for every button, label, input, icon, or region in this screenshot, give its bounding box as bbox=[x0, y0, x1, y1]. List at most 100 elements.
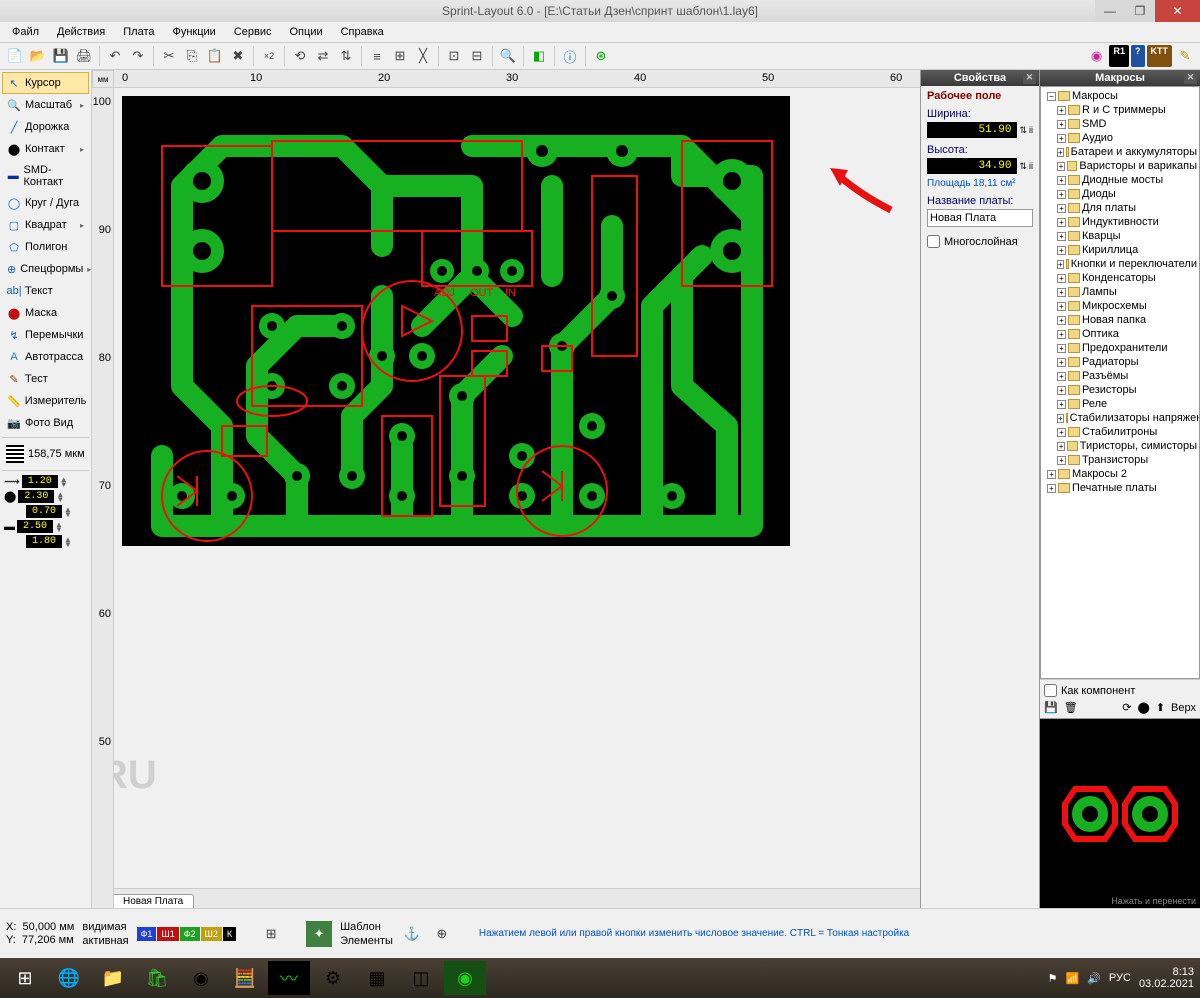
delete-icon[interactable]: ✖ bbox=[227, 45, 249, 67]
tool-маска[interactable]: ⬤Маска bbox=[2, 302, 89, 324]
ungroup-icon[interactable]: ⊟ bbox=[466, 45, 488, 67]
macro-folder[interactable]: + Новая папка bbox=[1043, 313, 1197, 327]
remove-conn-icon[interactable]: ╳ bbox=[412, 45, 434, 67]
tool-круг-дуга[interactable]: ◯Круг / Дуга bbox=[2, 192, 89, 214]
macro-folder[interactable]: + Лампы bbox=[1043, 285, 1197, 299]
app1-icon[interactable]: ⚙ bbox=[312, 961, 354, 995]
macro-folder[interactable]: + Конденсаторы bbox=[1043, 271, 1197, 285]
anchor-icon[interactable]: ⚓ bbox=[401, 923, 423, 945]
sprint-icon[interactable]: ◉ bbox=[444, 961, 486, 995]
start-button[interactable]: ⊞ bbox=[4, 961, 46, 995]
smd-w-param[interactable]: ▬2.50▲▼ bbox=[2, 519, 89, 534]
menu-service[interactable]: Сервис bbox=[226, 24, 280, 40]
tray-volume-icon[interactable]: 🔊 bbox=[1087, 972, 1101, 985]
macro-folder[interactable]: + Стабилитроны bbox=[1043, 425, 1197, 439]
macro-record-icon[interactable]: ⬤ bbox=[1138, 701, 1150, 714]
macro-folder[interactable]: + Стабилизаторы напряжения bbox=[1043, 411, 1197, 425]
menu-actions[interactable]: Действия bbox=[49, 24, 113, 40]
redo-icon[interactable]: ↷ bbox=[127, 45, 149, 67]
print-icon[interactable]: 🖨 bbox=[73, 45, 95, 67]
tool-масштаб[interactable]: 🔍Масштаб▸ bbox=[2, 94, 89, 116]
macros-tree[interactable]: − Макросы+ R и C триммеры+ SMD+ Аудио+ Б… bbox=[1040, 86, 1200, 679]
macro-refresh-icon[interactable]: ⟳ bbox=[1122, 701, 1131, 714]
copy-icon[interactable]: ⎘ bbox=[181, 45, 203, 67]
tool-тест[interactable]: ✎Тест bbox=[2, 368, 89, 390]
layer-Ф1[interactable]: Ф1 bbox=[137, 927, 157, 941]
tool-текст[interactable]: ab|Текст bbox=[2, 280, 89, 302]
layer-К[interactable]: К bbox=[223, 927, 236, 941]
template-label[interactable]: Шаблон bbox=[340, 921, 393, 933]
track-width-param[interactable]: ⟿1.20▲▼ bbox=[2, 474, 89, 489]
macro-folder[interactable]: + Макросы 2 bbox=[1043, 467, 1197, 481]
macro-save-icon[interactable]: 💾 bbox=[1044, 701, 1058, 714]
macro-delete-icon[interactable]: 🗑 bbox=[1064, 701, 1078, 714]
info-icon[interactable]: ⓘ bbox=[559, 45, 581, 67]
layer-toggle-icon[interactable]: ⊞ bbox=[260, 923, 282, 945]
macro-folder[interactable]: + Печатные платы bbox=[1043, 481, 1197, 495]
tray-clock[interactable]: 8:13 03.02.2021 bbox=[1139, 966, 1194, 990]
tool-фото-вид[interactable]: 📷Фото Вид bbox=[2, 412, 89, 434]
tool-квадрат[interactable]: ▢Квадрат▸ bbox=[2, 214, 89, 236]
macro-folder[interactable]: + Варисторы и варикапы bbox=[1043, 159, 1197, 173]
menu-options[interactable]: Опции bbox=[282, 24, 331, 40]
menu-help[interactable]: Справка bbox=[333, 24, 392, 40]
macro-folder[interactable]: + SMD bbox=[1043, 117, 1197, 131]
store-icon[interactable]: 🛍 bbox=[136, 961, 178, 995]
align-icon[interactable]: ≡ bbox=[366, 45, 388, 67]
tool-автотрасса[interactable]: AАвтотрасса bbox=[2, 346, 89, 368]
snap-icon[interactable]: ⊞ bbox=[389, 45, 411, 67]
pcb-board[interactable]: ADJ OUT IN bbox=[122, 96, 790, 546]
layer-Ш1[interactable]: Ш1 bbox=[157, 927, 178, 941]
macro-folder[interactable]: + Кварцы bbox=[1043, 229, 1197, 243]
multilayer-checkbox[interactable]: Многослойная bbox=[927, 235, 1033, 248]
macro-folder[interactable]: + Аудио bbox=[1043, 131, 1197, 145]
tray-lang[interactable]: РУС bbox=[1109, 972, 1131, 984]
crosshair-icon[interactable]: ⊕ bbox=[431, 923, 453, 945]
macro-folder[interactable]: + Радиаторы bbox=[1043, 355, 1197, 369]
tray-flag-icon[interactable]: ⚑ bbox=[1048, 972, 1058, 985]
layer-Ш2[interactable]: Ш2 bbox=[201, 927, 222, 941]
tool-измеритель[interactable]: 📏Измеритель bbox=[2, 390, 89, 412]
macro-folder[interactable]: + Транзисторы bbox=[1043, 453, 1197, 467]
calc-icon[interactable]: 🧮 bbox=[224, 961, 266, 995]
cut-icon[interactable]: ✂ bbox=[158, 45, 180, 67]
height-input[interactable]: 34.90⇅ii bbox=[927, 158, 1033, 174]
macro-folder[interactable]: + Для платы bbox=[1043, 201, 1197, 215]
mirror-h-icon[interactable]: ⇄ bbox=[312, 45, 334, 67]
properties-close-icon[interactable]: ✕ bbox=[1023, 71, 1036, 84]
tool-smd-контакт[interactable]: ▬SMD-Контакт bbox=[2, 160, 89, 192]
save-icon[interactable]: 💾 bbox=[50, 45, 72, 67]
tool-спецформы[interactable]: ⊕Спецформы▸ bbox=[2, 258, 89, 280]
close-button[interactable]: ✕ bbox=[1155, 0, 1200, 22]
ie-icon[interactable]: 🌐 bbox=[48, 961, 90, 995]
as-component-checkbox[interactable]: Как компонент bbox=[1044, 684, 1196, 697]
elements-label[interactable]: Элементы bbox=[340, 935, 393, 947]
macro-folder[interactable]: + Предохранители bbox=[1043, 341, 1197, 355]
tray-network-icon[interactable]: 📶 bbox=[1066, 972, 1080, 985]
paste-icon[interactable]: 📋 bbox=[204, 45, 226, 67]
elements-icon[interactable]: ✦ bbox=[306, 921, 332, 947]
macro-folder[interactable]: + Кириллица bbox=[1043, 243, 1197, 257]
mirror-v-icon[interactable]: ⇅ bbox=[335, 45, 357, 67]
scope-icon[interactable]: 〰 bbox=[268, 961, 310, 995]
badge-r1[interactable]: R1 bbox=[1109, 45, 1129, 67]
pad-outer-param[interactable]: ⬤2.30▲▼ bbox=[2, 489, 89, 504]
macro-folder[interactable]: + Резисторы bbox=[1043, 383, 1197, 397]
macro-up-icon[interactable]: ⬆ bbox=[1156, 701, 1165, 714]
open-icon[interactable]: 📂 bbox=[27, 45, 49, 67]
chrome-icon[interactable]: ◉ bbox=[180, 961, 222, 995]
macro-folder[interactable]: + Тиристоры, симисторы bbox=[1043, 439, 1197, 453]
layer-Ф2[interactable]: Ф2 bbox=[180, 927, 200, 941]
pad-drill-param[interactable]: 0.70▲▼ bbox=[2, 504, 89, 519]
macro-folder[interactable]: + Микросхемы bbox=[1043, 299, 1197, 313]
undo-icon[interactable]: ↶ bbox=[104, 45, 126, 67]
macro-folder[interactable]: + Кнопки и переключатели bbox=[1043, 257, 1197, 271]
macro-folder[interactable]: + Диоды bbox=[1043, 187, 1197, 201]
macro-folder[interactable]: + Разъёмы bbox=[1043, 369, 1197, 383]
menu-board[interactable]: Плата bbox=[115, 24, 162, 40]
marker-icon[interactable]: ✎ bbox=[1174, 45, 1196, 67]
minimize-button[interactable]: — bbox=[1095, 0, 1125, 22]
macro-preview[interactable]: Нажать и перенести bbox=[1040, 718, 1200, 908]
macros-close-icon[interactable]: ✕ bbox=[1184, 71, 1197, 84]
tool-дорожка[interactable]: ╱Дорожка bbox=[2, 116, 89, 138]
